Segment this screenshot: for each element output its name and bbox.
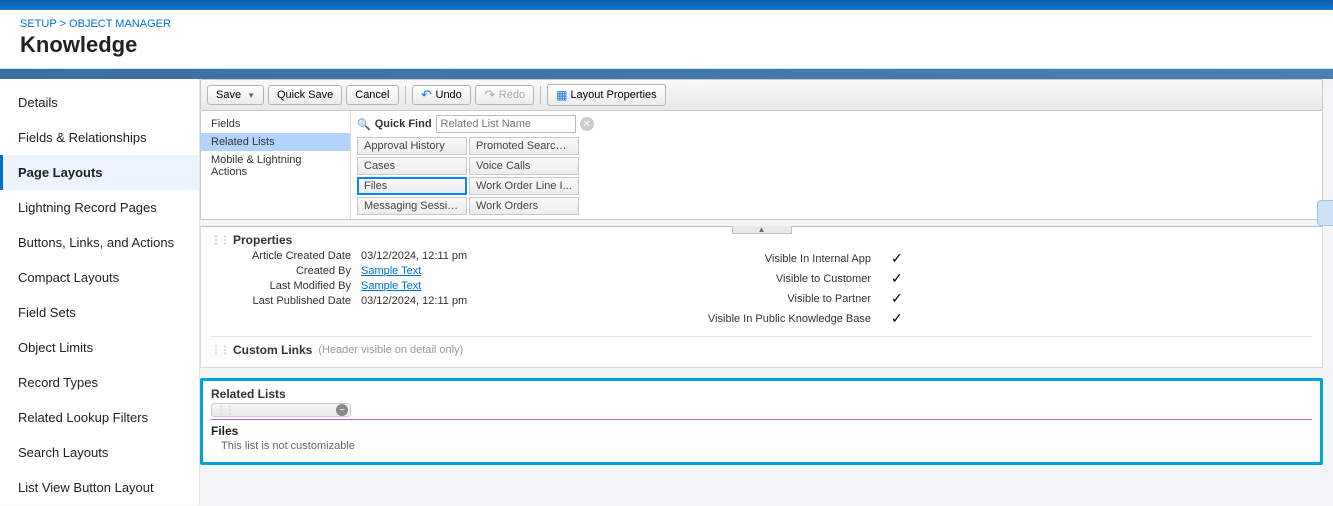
related-lists-section-header: Related Lists [211, 387, 1312, 401]
quick-save-button[interactable]: Quick Save [268, 85, 342, 105]
content-area: Save Quick Save Cancel Undo Redo Layout … [200, 79, 1333, 505]
sidebar-item-related-lookup-filters[interactable]: Related Lookup Filters [0, 400, 199, 435]
page-title: Knowledge [20, 32, 1313, 58]
property-label: Visible to Customer [681, 273, 881, 285]
palette-categories: FieldsRelated ListsMobile & Lightning Ac… [201, 111, 351, 219]
undo-button[interactable]: Undo [412, 85, 471, 105]
property-row: Article Created Date03/12/2024, 12:11 pm [211, 250, 681, 262]
property-row: Visible In Internal App ✓ [681, 250, 1312, 267]
sidebar-item-details[interactable]: Details [0, 85, 199, 120]
quick-find-input[interactable] [436, 115, 576, 133]
property-row: Visible to Partner ✓ [681, 290, 1312, 307]
custom-links-section-header: ⋮⋮ Custom Links (Header visible on detai… [211, 343, 1312, 357]
search-icon [357, 117, 371, 131]
remove-icon[interactable]: − [336, 404, 348, 416]
sidebar-item-search-layouts[interactable]: Search Layouts [0, 435, 199, 470]
sidebar-item-record-types[interactable]: Record Types [0, 365, 199, 400]
property-label: Created By [211, 265, 361, 277]
breadcrumb-object-manager[interactable]: OBJECT MANAGER [69, 18, 171, 30]
sidebar-item-lightning-record-pages[interactable]: Lightning Record Pages [0, 190, 199, 225]
palette-category[interactable]: Fields [201, 115, 350, 133]
sidebar-item-compact-layouts[interactable]: Compact Layouts [0, 260, 199, 295]
sidebar-item-list-view-button-layout[interactable]: List View Button Layout [0, 470, 199, 505]
property-row: Last Published Date03/12/2024, 12:11 pm [211, 295, 681, 307]
redo-icon [484, 89, 496, 101]
properties-section-header: ⋮⋮ Properties [211, 233, 1312, 247]
related-list-slot[interactable]: ⋮⋮ − [211, 403, 351, 417]
sidebar-item-page-layouts[interactable]: Page Layouts [0, 155, 199, 190]
sidebar-item-buttons-links-and-actions[interactable]: Buttons, Links, and Actions [0, 225, 199, 260]
grip-icon: ⋮⋮ [211, 235, 229, 246]
layout-properties-button[interactable]: Layout Properties [547, 84, 666, 106]
related-lists-dropzone: Related Lists ⋮⋮ − Files This list is no… [200, 378, 1323, 465]
separator [540, 86, 541, 104]
palette-item[interactable]: Cases [357, 157, 467, 175]
editor-toolbar: Save Quick Save Cancel Undo Redo Layout … [200, 79, 1323, 111]
breadcrumb-setup[interactable]: SETUP [20, 18, 56, 30]
undo-icon [421, 89, 433, 101]
grip-icon: ⋮⋮ [216, 405, 234, 416]
component-palette: FieldsRelated ListsMobile & Lightning Ac… [200, 111, 1323, 220]
palette-item[interactable]: Messaging Sessions [357, 197, 467, 215]
sidebar-item-field-sets[interactable]: Field Sets [0, 295, 199, 330]
quick-find-label: Quick Find [375, 118, 432, 130]
palette-item[interactable]: Work Orders [469, 197, 579, 215]
quick-find-row: Quick Find ✕ [357, 115, 1316, 133]
property-value: 03/12/2024, 12:11 pm [361, 295, 467, 307]
save-button[interactable]: Save [207, 85, 264, 105]
separator [405, 86, 406, 104]
breadcrumb: SETUP > OBJECT MANAGER [20, 18, 1313, 30]
palette-item[interactable]: Approval History [357, 137, 467, 155]
page-header: SETUP > OBJECT MANAGER Knowledge [0, 10, 1333, 69]
palette-category[interactable]: Mobile & Lightning Actions [201, 151, 350, 181]
pattern-bar [0, 69, 1333, 79]
related-list-files-note: This list is not customizable [221, 440, 1312, 452]
sidebar-item-fields-relationships[interactable]: Fields & Relationships [0, 120, 199, 155]
grip-icon: ⋮⋮ [211, 345, 229, 356]
check-icon: ✓ [891, 290, 903, 307]
property-value: 03/12/2024, 12:11 pm [361, 250, 467, 262]
palette-item[interactable]: Voice Calls [469, 157, 579, 175]
check-icon: ✓ [891, 250, 903, 267]
property-label: Visible In Public Knowledge Base [681, 313, 881, 325]
breadcrumb-sep: > [60, 18, 66, 30]
property-row: Visible to Customer ✓ [681, 270, 1312, 287]
sidebar: DetailsFields & RelationshipsPage Layout… [0, 79, 200, 505]
property-label: Visible In Internal App [681, 253, 881, 265]
cancel-button[interactable]: Cancel [346, 85, 398, 105]
palette-item[interactable]: Files [357, 177, 467, 195]
check-icon: ✓ [891, 270, 903, 287]
check-icon: ✓ [891, 310, 903, 327]
layout-icon [556, 88, 567, 102]
related-list-divider [211, 419, 1312, 420]
top-accent-bar [0, 0, 1333, 10]
palette-item[interactable]: Promoted Search T... [469, 137, 579, 155]
property-value[interactable]: Sample Text [361, 280, 421, 292]
redo-button[interactable]: Redo [475, 85, 534, 105]
palette-items: Approval HistoryPromoted Search T...Case… [357, 137, 1316, 215]
clear-search-button[interactable]: ✕ [580, 117, 594, 131]
property-label: Visible to Partner [681, 293, 881, 305]
property-label: Article Created Date [211, 250, 361, 262]
property-value[interactable]: Sample Text [361, 265, 421, 277]
related-list-files-title: Files [211, 424, 1312, 438]
palette-category[interactable]: Related Lists [201, 133, 350, 151]
layout-canvas: ▲ ⋮⋮ Properties Article Created Date03/1… [200, 226, 1323, 368]
sidebar-item-object-limits[interactable]: Object Limits [0, 330, 199, 365]
property-row: Created BySample Text [211, 265, 681, 277]
collapse-handle[interactable]: ▲ [732, 226, 792, 234]
palette-item[interactable]: Work Order Line I... [469, 177, 579, 195]
property-label: Last Published Date [211, 295, 361, 307]
property-row: Last Modified BySample Text [211, 280, 681, 292]
property-row: Visible In Public Knowledge Base ✓ [681, 310, 1312, 327]
right-drawer-handle[interactable] [1317, 200, 1333, 226]
property-label: Last Modified By [211, 280, 361, 292]
